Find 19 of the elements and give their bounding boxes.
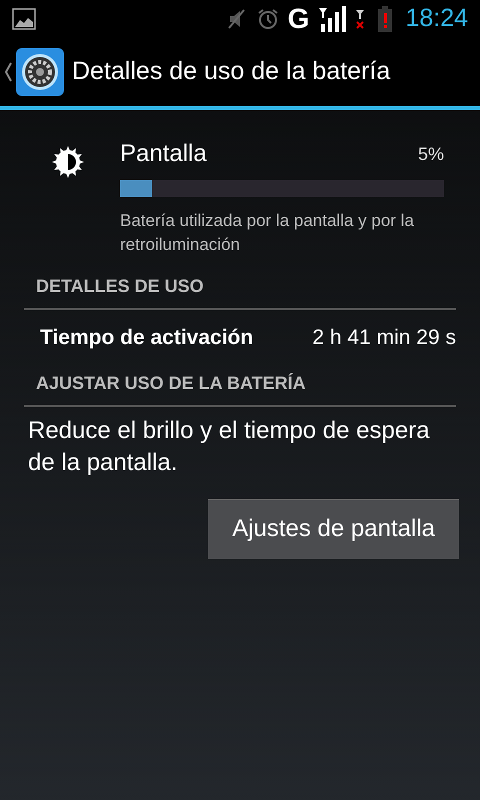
- detail-value: 2 h 41 min 29 s: [312, 325, 456, 351]
- section-header: AJUSTAR USO DE LA BATERÍA: [36, 372, 306, 392]
- detail-label: Tiempo de activación: [40, 325, 254, 351]
- picture-notification-icon: [12, 7, 36, 31]
- action-description: Reduce el brillo y el tiempo de espera de la pantalla.: [28, 416, 431, 478]
- display-settings-button[interactable]: Ajustes de pantalla: [208, 498, 459, 558]
- signal-icon: [317, 6, 348, 32]
- battery-alert-icon: [377, 6, 394, 32]
- back-caret-icon: [4, 62, 12, 82]
- usage-name: Pantalla: [120, 139, 207, 169]
- brightness-icon: [50, 144, 86, 180]
- screen-title: Detalles de uso de la batería: [72, 56, 390, 88]
- section-header: DETALLES DE USO: [36, 276, 204, 296]
- usage-percent: 5%: [418, 143, 444, 166]
- settings-app-icon: [16, 48, 64, 96]
- alarm-icon: [256, 7, 280, 31]
- clock: 18:24: [405, 3, 468, 34]
- usage-description: Batería utilizada por la pantalla y por la retroiluminación: [120, 210, 415, 256]
- network-type: G: [288, 5, 310, 33]
